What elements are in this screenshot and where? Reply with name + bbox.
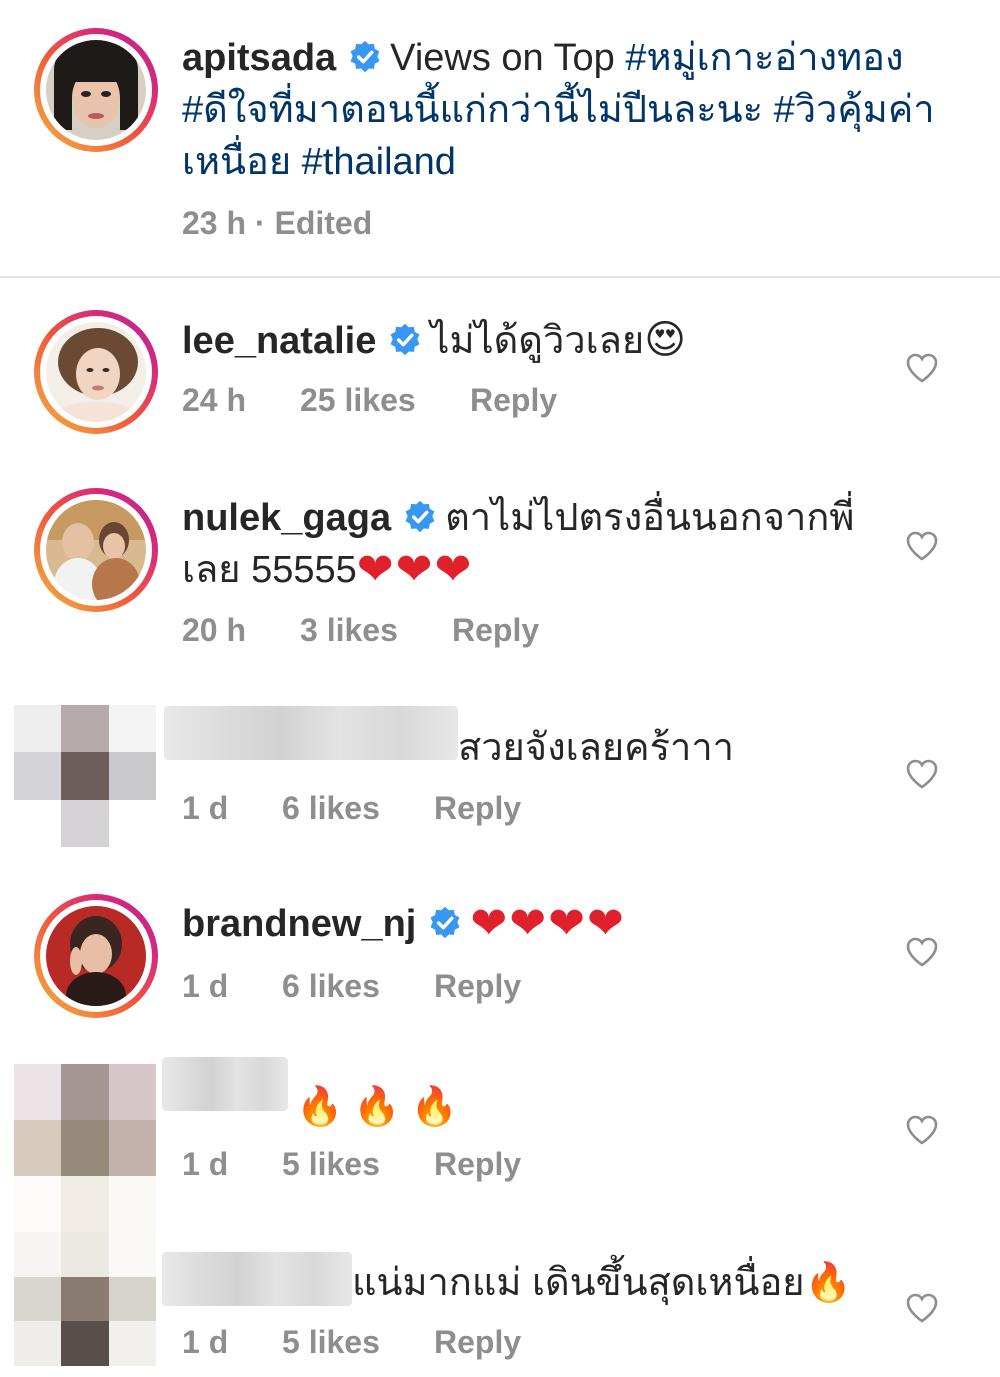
hashtag-link[interactable]: #thailand [302,141,456,183]
comment-time: 24 h [182,382,247,418]
avatar-photo [46,500,146,600]
caption-time: 23 h [182,205,247,241]
comment-text: แน่มากแม่ เดินขึ้นสุดเหนื่อย [352,1262,805,1304]
comment-time: 1 d [182,1146,229,1182]
like-heart-icon[interactable] [905,1114,939,1146]
comment-username[interactable]: lee_natalie [182,320,376,362]
avatar-photo [46,322,146,422]
caption-body: Views on Top [390,37,615,79]
comment-likes[interactable]: 3 likes [300,612,452,649]
post-caption: apitsada Views on Top #หมู่เกาะอ่างทอง #ด… [0,0,1000,276]
comment-time: 20 h [182,612,247,648]
like-heart-icon[interactable] [905,1292,939,1324]
verified-badge-icon [350,40,380,73]
hashtag-link[interactable]: #ดีใจที่มาตอนนี้แก่กว่านี้ไม่ปีนละนะ #วิ… [182,89,935,131]
blurred-username [162,1057,288,1111]
avatar-brandnew-nj[interactable] [34,894,158,1018]
verified-badge-icon [390,323,420,356]
red-heart-emoji: ❤❤❤❤ [470,898,626,949]
comment-text: ตาไม่ไปตรงอื่นนอกจากพี่ [445,497,855,539]
comment-username[interactable]: brandnew_nj [182,903,416,945]
reply-button[interactable]: Reply [470,382,557,419]
heart-eyes-emoji: 😍 [644,317,686,363]
caption-username[interactable]: apitsada [182,37,336,79]
blurred-avatar [14,1064,156,1232]
comment-likes[interactable]: 6 likes [282,968,434,1005]
comment-likes[interactable]: 6 likes [282,790,434,827]
comment-meta: 1 d 5 likes Reply [182,1324,521,1361]
like-heart-icon[interactable] [905,530,939,562]
caption-text: apitsada Views on Top #หมู่เกาะอ่างทอง #ด… [182,32,942,188]
avatar-photo [46,40,146,140]
red-heart-emoji: ❤❤❤ [356,544,474,595]
comment-text: ไม่ได้ดูวิวเลย [430,320,645,362]
comment-time: 1 d [182,1324,229,1360]
comment-time: 1 d [182,790,229,826]
comment-likes[interactable]: 5 likes [282,1146,434,1183]
like-heart-icon[interactable] [905,352,939,384]
verified-badge-icon [430,906,460,939]
avatar-apitsada[interactable] [34,28,158,152]
fire-emoji: 🔥🔥🔥 [296,1084,468,1128]
comment-time: 1 d [182,968,229,1004]
blurred-username [162,1252,352,1306]
comment-meta: 1 d 6 likes Reply [182,968,521,1005]
hashtag-link[interactable]: เหนื่อย [182,141,291,183]
comment-meta: 20 h 3 likes Reply [182,612,539,649]
like-heart-icon[interactable] [905,758,939,790]
comment-meta: 1 d 6 likes Reply [182,790,521,827]
comment-meta: 24 h 25 likes Reply [182,382,557,419]
avatar-lee-natalie[interactable] [34,310,158,434]
blurred-avatar [14,705,156,847]
fire-emoji: 🔥 [804,1260,852,1304]
reply-button[interactable]: Reply [434,790,521,827]
hashtag-link[interactable]: #หมู่เกาะอ่างทอง [625,37,903,79]
like-heart-icon[interactable] [905,936,939,968]
blurred-username [164,706,458,760]
comment-username[interactable]: nulek_gaga [182,497,391,539]
reply-button[interactable]: Reply [434,1146,521,1183]
comment-text: สวยจังเลยคร้าาา [458,727,735,769]
caption-meta: 23 h · Edited [182,205,372,242]
comment-likes[interactable]: 5 likes [282,1324,434,1361]
avatar-nulek-gaga[interactable] [34,488,158,612]
verified-badge-icon [405,500,435,533]
reply-button[interactable]: Reply [434,968,521,1005]
comment-likes[interactable]: 25 likes [300,382,470,419]
reply-button[interactable]: Reply [434,1324,521,1361]
comment-text: เลย 55555 [182,549,357,591]
avatar-photo [46,906,146,1006]
blurred-avatar [14,1232,156,1366]
divider [0,276,1000,278]
reply-button[interactable]: Reply [452,612,539,649]
caption-edited: · Edited [254,205,373,241]
comment-meta: 1 d 5 likes Reply [182,1146,521,1183]
